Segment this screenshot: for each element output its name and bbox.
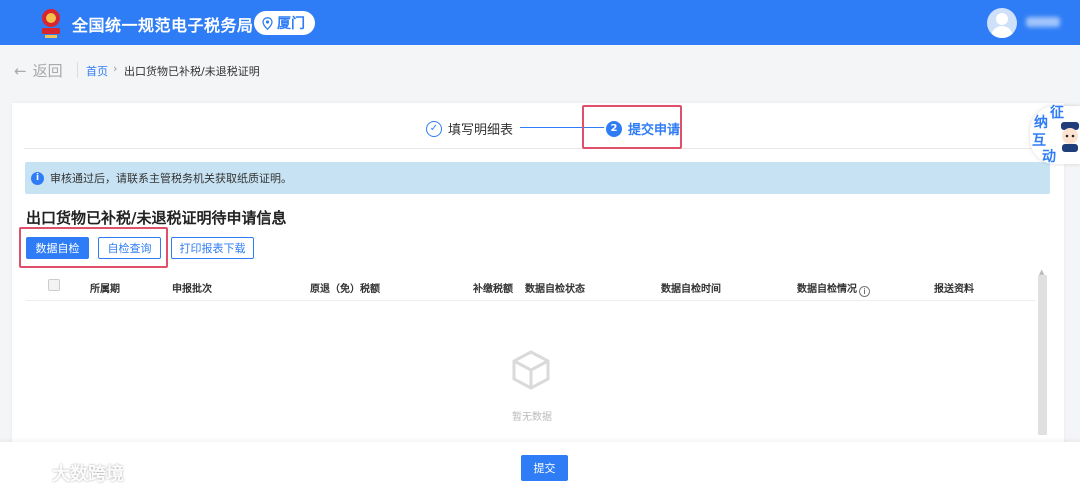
breadcrumb-current: 出口货物已补税/未退税证明 — [124, 65, 260, 78]
print-report-download-button[interactable]: 打印报表下载 — [171, 237, 254, 259]
mascot-char-4: 动 — [1042, 149, 1056, 165]
location-pin-icon — [262, 16, 273, 30]
main-card: ✓ 填写明细表 2 提交申请 i 审核通过后，请联系主管税务机关获取纸质证明。 … — [12, 103, 1064, 495]
col-check-result-label: 数据自检情况 — [797, 284, 857, 295]
mascot-char-1: 征 — [1050, 105, 1064, 121]
watermark-logo-icon — [8, 464, 46, 481]
self-check-query-button[interactable]: 自检查询 — [98, 237, 161, 259]
info-circle-icon[interactable]: i — [859, 286, 870, 297]
watermark: 大数跨境 — [6, 460, 124, 486]
top-header: 全国统一规范电子税务局 厦门 — [0, 0, 1080, 45]
site-title[interactable]: 全国统一规范电子税务局 — [72, 12, 254, 36]
col-period: 所属期 — [90, 284, 120, 295]
step2-number: 2 — [606, 120, 622, 137]
avatar-head — [996, 13, 1008, 25]
data-self-check-button[interactable]: 数据自检 — [26, 237, 89, 259]
back-label: 返回 — [32, 62, 63, 80]
check-circle-icon: ✓ — [426, 120, 442, 137]
col-check-time: 数据自检时间 — [661, 284, 721, 295]
submit-button[interactable]: 提交 — [521, 455, 568, 481]
back-button[interactable]: ← 返回 — [14, 60, 63, 81]
col-check-result: 数据自检情况 i — [797, 280, 870, 297]
empty-box-icon — [512, 350, 550, 390]
col-check-status: 数据自检状态 — [525, 284, 585, 295]
col-documents: 报送资料 — [934, 284, 974, 295]
breadcrumb-separator: › — [113, 62, 118, 75]
officer-mascot-icon — [1061, 122, 1079, 152]
city-name: 厦门 — [277, 16, 305, 32]
col-tax-paid: 补缴税额 — [473, 284, 513, 295]
tax-emblem-icon — [42, 9, 60, 38]
section-title: 出口货物已补税/未退税证明待申请信息 — [26, 209, 287, 227]
step-fill-details[interactable]: ✓ 填写明细表 — [426, 119, 513, 138]
avatar-body — [991, 26, 1013, 38]
info-icon: i — [31, 171, 44, 185]
arrow-left-icon: ← — [14, 61, 27, 80]
empty-state-text: 暂无数据 — [512, 412, 552, 423]
col-batch: 申报批次 — [172, 284, 212, 295]
city-selector[interactable]: 厦门 — [254, 11, 315, 35]
table-scrollbar[interactable] — [1038, 275, 1047, 435]
breadcrumb-divider — [77, 62, 78, 78]
step-indicator: ✓ 填写明细表 2 提交申请 — [24, 103, 1052, 149]
select-all-checkbox[interactable] — [48, 279, 60, 291]
step-submit-application: 2 提交申请 — [606, 119, 680, 138]
interaction-mascot[interactable]: 征 纳 互 动 — [1030, 100, 1080, 166]
step2-label: 提交申请 — [628, 123, 681, 138]
breadcrumb-home-link[interactable]: 首页 — [86, 63, 108, 79]
table-header: 所属期 申报批次 原退（免）税额 补缴税额 数据自检状态 数据自检时间 数据自检… — [26, 271, 1036, 301]
col-original-refund: 原退（免）税额 — [310, 284, 380, 295]
step1-label: 填写明细表 — [448, 123, 514, 138]
breadcrumb-bar: ← 返回 首页 › 出口货物已补税/未退税证明 — [0, 45, 1080, 95]
mascot-char-2: 纳 — [1034, 115, 1048, 131]
alert-text: 审核通过后，请联系主管税务机关获取纸质证明。 — [50, 172, 292, 185]
user-avatar[interactable] — [987, 8, 1017, 38]
username-redacted[interactable] — [1026, 17, 1060, 27]
step-connector — [520, 127, 604, 128]
watermark-text: 大数跨境 — [52, 464, 124, 485]
info-alert: i 审核通过后，请联系主管税务机关获取纸质证明。 — [25, 162, 1050, 194]
